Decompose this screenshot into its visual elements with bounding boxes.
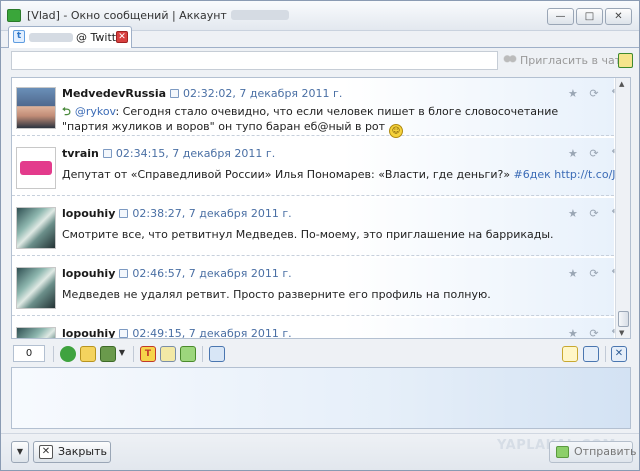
- avatar[interactable]: [16, 207, 56, 249]
- send-button[interactable]: Отправить: [549, 441, 637, 463]
- log-scrollbar[interactable]: ▲ ▼: [615, 78, 630, 338]
- window-title: [Vlad] - Окно сообщений | Аккаунт: [27, 9, 289, 22]
- timestamp: 02:34:15, 7 декабря 2011 г.: [115, 147, 276, 160]
- mention-link[interactable]: @rykov: [75, 105, 116, 118]
- tab-twitter[interactable]: t @ Twitter ✕: [8, 26, 132, 48]
- invite-to-chat-button[interactable]: Пригласить в чат: [503, 51, 621, 71]
- twitter-icon: t: [13, 30, 25, 43]
- hashtag-link[interactable]: #6дек: [514, 168, 551, 181]
- invite-label: Пригласить в чат: [520, 54, 622, 67]
- layout-toggle-icon[interactable]: [583, 346, 599, 362]
- message-text: Смотрите все, что ретвитнул Медведев. По…: [62, 228, 554, 241]
- send-icon: [556, 446, 569, 458]
- spellcheck-icon[interactable]: [180, 346, 196, 362]
- message-item: tvrain 02:34:15, 7 декабря 2011 г. Депута…: [12, 138, 630, 196]
- close-editor-icon[interactable]: ✕: [611, 346, 627, 362]
- author-name[interactable]: lopouhiy: [62, 267, 115, 280]
- scrollbar-thumb[interactable]: [618, 311, 629, 327]
- toolbar-divider: [605, 346, 606, 362]
- message-log[interactable]: MedvedevRussia 02:32:02, 7 декабря 2011 г…: [11, 77, 631, 339]
- close-window-button[interactable]: ✕: [605, 8, 632, 25]
- external-link-icon[interactable]: [119, 209, 129, 218]
- maximize-button[interactable]: □: [576, 8, 603, 25]
- toolbar-divider: [133, 346, 134, 362]
- message-editor[interactable]: [11, 367, 631, 429]
- side-panel-button[interactable]: [618, 53, 633, 68]
- close-label: Закрыть: [58, 445, 107, 458]
- toolbar-divider: [202, 346, 203, 362]
- message-body: Депутат от «Справедливой России» Илья По…: [62, 168, 514, 181]
- menu-button[interactable]: ▼: [11, 441, 29, 463]
- footer-bar: ▼ ✕Закрыть YAPLAKAL.COM Отправить: [1, 433, 639, 470]
- message-item: MedvedevRussia 02:32:02, 7 декабря 2011 г…: [12, 78, 619, 138]
- smile-emoticon-icon: ☺: [389, 124, 404, 138]
- author-name[interactable]: lopouhiy: [62, 207, 115, 220]
- message-body: : Сегодня стало очевидно, что если челов…: [62, 105, 559, 133]
- char-counter: 0: [13, 345, 45, 362]
- avatar[interactable]: [16, 87, 56, 129]
- history-icon[interactable]: [209, 346, 225, 362]
- avatar[interactable]: [16, 267, 56, 309]
- insert-image-icon[interactable]: [100, 346, 116, 362]
- external-link-icon[interactable]: [102, 149, 112, 158]
- emoticons-icon[interactable]: [60, 346, 76, 362]
- app-icon: [7, 9, 21, 22]
- new-note-icon[interactable]: [562, 346, 578, 362]
- avatar[interactable]: [16, 327, 56, 338]
- tvrain-logo: [20, 161, 52, 175]
- message-text: Медведев не удалял ретвит. Просто развер…: [62, 288, 491, 301]
- minimize-button[interactable]: —: [547, 8, 574, 25]
- scroll-down-icon[interactable]: ▼: [619, 329, 624, 337]
- account-name-blurred: [230, 10, 289, 20]
- timestamp: 02:49:15, 7 декабря 2011 г.: [132, 327, 292, 339]
- scroll-up-icon[interactable]: ▲: [619, 80, 624, 88]
- message-item: lopouhiy 02:49:15, 7 декабря 2011 г. ★ ⟳ …: [12, 318, 619, 339]
- timestamp: 02:32:02, 7 декабря 2011 г.: [183, 87, 343, 100]
- external-link-icon[interactable]: [119, 269, 129, 278]
- message-item: lopouhiy 02:38:27, 7 декабря 2011 г. Смот…: [12, 198, 619, 256]
- tab-contact-blurred: [29, 33, 73, 42]
- message-window: [Vlad] - Окно сообщений | Аккаунт — □ ✕ …: [0, 0, 640, 471]
- message-item: lopouhiy 02:46:57, 7 декабря 2011 г. Медв…: [12, 258, 619, 316]
- retweet-icon: ⮌: [62, 105, 71, 118]
- message-text: Депутат от «Справедливой России» Илья По…: [62, 168, 630, 182]
- close-icon: ✕: [39, 445, 53, 459]
- subject-bar: Пригласить в чат: [7, 49, 635, 73]
- toolbar-divider: [53, 346, 54, 362]
- timestamp: 02:46:57, 7 декабря 2011 г.: [132, 267, 292, 280]
- avatar[interactable]: [16, 147, 56, 189]
- close-button[interactable]: ✕ Закрыть: [33, 441, 111, 463]
- timestamp: 02:38:27, 7 декабря 2011 г.: [132, 207, 292, 220]
- tab-close-icon[interactable]: ✕: [116, 31, 128, 43]
- notes-icon[interactable]: [80, 346, 96, 362]
- subject-input[interactable]: [11, 51, 498, 70]
- external-link-icon[interactable]: [119, 329, 129, 338]
- image-menu-chevron-icon[interactable]: ▼: [117, 346, 127, 362]
- people-icon: [503, 54, 517, 66]
- author-name[interactable]: tvrain: [62, 147, 99, 160]
- send-label: Отправить: [574, 445, 637, 458]
- external-link-icon[interactable]: [170, 89, 180, 98]
- author-name[interactable]: MedvedevRussia: [62, 87, 166, 100]
- bold-text-icon[interactable]: T: [140, 346, 156, 362]
- format-toolbar: 0 ▼ T ✕: [7, 343, 635, 365]
- author-name[interactable]: lopouhiy: [62, 327, 115, 338]
- font-style-icon[interactable]: [160, 346, 176, 362]
- message-text: ⮌ @rykov: Сегодня стало очевидно, что есл…: [62, 104, 607, 138]
